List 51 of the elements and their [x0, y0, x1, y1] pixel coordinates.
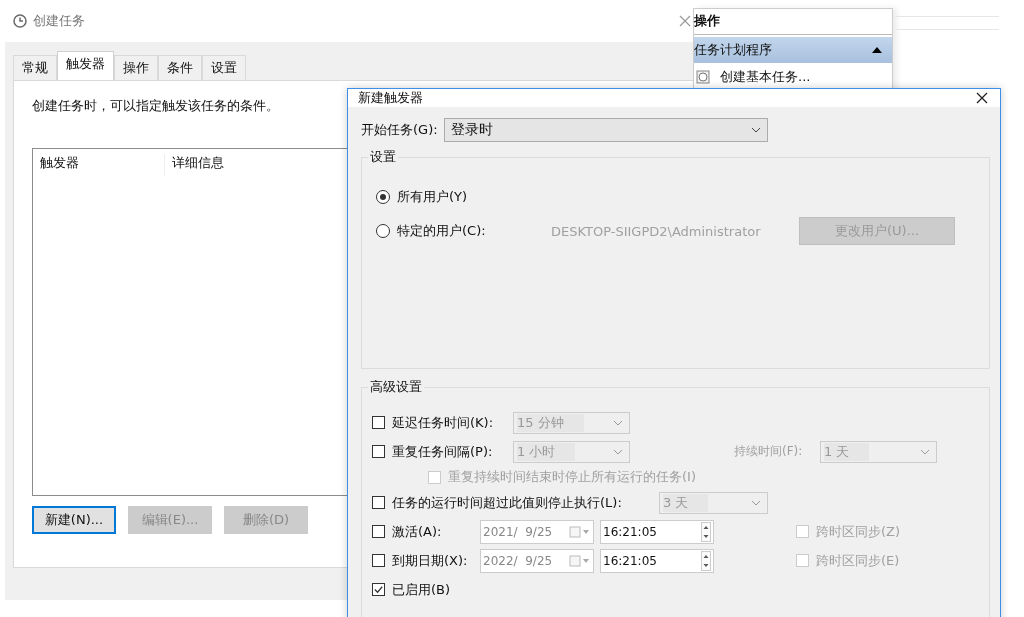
- calendar-dropdown-icon: [569, 525, 591, 538]
- tab[interactable]: 设置: [202, 55, 246, 80]
- field-label: 开始任务(G):: [361, 121, 438, 139]
- checkbox-option[interactable]: 已启用(B): [372, 580, 451, 599]
- checkbox-option[interactable]: 任务的运行时间超过此值则停止执行(L):: [372, 493, 659, 512]
- date-picker[interactable]: 2022/ 9/25: [480, 548, 594, 573]
- tab[interactable]: 条件: [158, 55, 202, 80]
- panel-header: 操作: [694, 9, 892, 35]
- radio-button[interactable]: [376, 224, 390, 238]
- radio-option[interactable]: 所有用户(Y): [376, 188, 551, 206]
- collapse-icon[interactable]: [872, 47, 882, 53]
- section-header[interactable]: 任务计划程序: [694, 37, 892, 63]
- close-icon[interactable]: [976, 92, 988, 104]
- chevron-icon: [613, 448, 623, 455]
- group-title: 设置: [368, 148, 398, 166]
- checkbox[interactable]: [372, 496, 385, 509]
- chevron-icon: [750, 127, 761, 133]
- checkbox[interactable]: [372, 445, 385, 458]
- chevron-icon: [613, 419, 623, 426]
- group-title: 高级设置: [368, 378, 424, 396]
- window-title: 创建任务: [33, 12, 85, 30]
- checkbox[interactable]: [372, 554, 385, 567]
- calendar-dropdown-icon: [569, 554, 591, 567]
- checkbox-option[interactable]: 激活(A):: [372, 522, 480, 541]
- chevron-icon: [751, 499, 761, 506]
- checkbox-option[interactable]: 延迟任务时间(K):: [372, 413, 513, 432]
- time-spinner[interactable]: 16:21:05: [600, 519, 714, 544]
- column-header[interactable]: 详细信息: [165, 154, 296, 176]
- time-spinner[interactable]: 16:21:05: [600, 548, 714, 573]
- checkbox[interactable]: [372, 416, 385, 429]
- chevron-icon: [920, 448, 930, 455]
- tab[interactable]: 常规: [13, 55, 57, 80]
- checkbox-option[interactable]: 到期日期(X):: [372, 551, 480, 570]
- checkbox-option[interactable]: 重复任务间隔(P):: [372, 442, 513, 461]
- radio-button[interactable]: [376, 190, 390, 204]
- spinner-arrows-icon: [701, 550, 711, 571]
- action-link[interactable]: 创建基本任务...: [720, 68, 811, 86]
- field-label: 持续时间(F):: [734, 443, 804, 460]
- dialog-title: 新建触发器: [358, 89, 423, 107]
- column-header[interactable]: 触发器: [33, 154, 165, 176]
- action-button[interactable]: 新建(N)...: [32, 506, 116, 534]
- checkbox[interactable]: [372, 525, 385, 538]
- description-text: 创建任务时，可以指定触发该任务的条件。: [32, 97, 279, 115]
- begin-dropdown[interactable]: 登录时: [443, 118, 768, 142]
- radio-option[interactable]: 特定的用户(C):: [376, 222, 551, 240]
- spinner-arrows-icon: [701, 521, 711, 542]
- tab[interactable]: 触发器: [57, 51, 114, 80]
- tab[interactable]: 操作: [114, 55, 158, 80]
- checkbox[interactable]: [372, 583, 385, 596]
- user-name: DESKTOP-SIIGPD2\Administrator: [551, 223, 762, 239]
- date-picker[interactable]: 2021/ 9/25: [480, 519, 594, 544]
